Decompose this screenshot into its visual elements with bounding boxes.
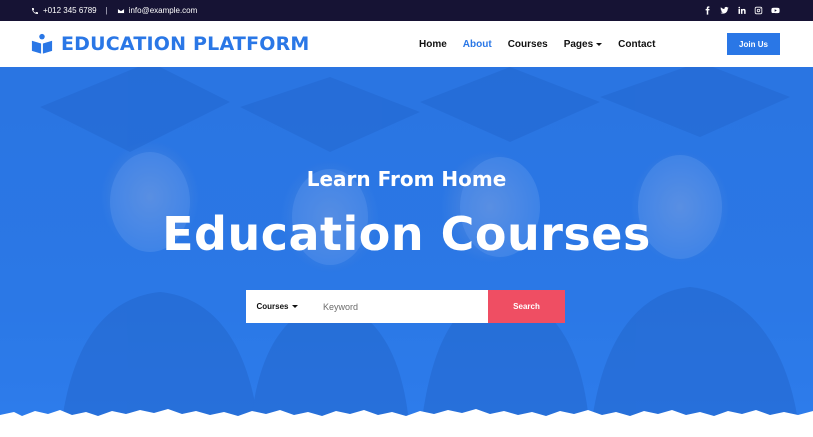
torn-paper-divider xyxy=(0,409,813,437)
book-reader-icon xyxy=(31,33,53,54)
hero-subtitle: Learn From Home xyxy=(306,167,507,191)
main-navbar: EDUCATION PLATFORM Home About Courses Pa… xyxy=(0,21,813,67)
facebook-icon[interactable] xyxy=(702,6,712,16)
nav-item-home[interactable]: Home xyxy=(419,39,447,50)
phone-text: +012 345 6789 xyxy=(43,6,97,15)
linkedin-icon[interactable] xyxy=(736,6,746,16)
email-contact[interactable]: info@example.com xyxy=(117,6,198,15)
phone-icon xyxy=(32,7,38,14)
brand-logo[interactable]: EDUCATION PLATFORM xyxy=(31,32,310,56)
nav-item-courses[interactable]: Courses xyxy=(508,39,548,50)
contact-separator: | xyxy=(105,6,108,15)
envelope-icon xyxy=(117,7,125,14)
nav-menu: Home About Courses Pages Contact xyxy=(419,21,671,67)
brand-name: EDUCATION PLATFORM xyxy=(61,33,310,55)
hero-banner: Learn From Home Education Courses Course… xyxy=(0,67,813,437)
nav-item-about[interactable]: About xyxy=(463,39,492,50)
top-bar: +012 345 6789 | info@example.com xyxy=(0,0,813,21)
category-dropdown-label: Courses xyxy=(256,302,289,311)
caret-down-icon xyxy=(596,42,603,46)
email-text: info@example.com xyxy=(128,6,198,15)
social-links xyxy=(702,0,780,21)
phone-contact[interactable]: +012 345 6789 xyxy=(31,6,97,15)
join-us-button[interactable]: Join Us xyxy=(727,33,780,55)
nav-item-pages[interactable]: Pages xyxy=(563,38,603,50)
instagram-icon[interactable] xyxy=(753,6,763,16)
nav-item-pages-label: Pages xyxy=(563,38,594,50)
nav-item-contact[interactable]: Contact xyxy=(618,39,655,50)
keyword-input[interactable] xyxy=(308,290,488,323)
contact-info: +012 345 6789 | info@example.com xyxy=(31,0,197,21)
category-dropdown[interactable]: Courses xyxy=(246,290,308,323)
hero-title: Education Courses xyxy=(162,207,651,261)
search-button[interactable]: Search xyxy=(488,290,565,323)
youtube-icon[interactable] xyxy=(770,6,780,16)
course-search-form: Courses Search xyxy=(246,290,565,323)
caret-down-icon xyxy=(291,305,298,308)
twitter-icon[interactable] xyxy=(719,6,729,16)
